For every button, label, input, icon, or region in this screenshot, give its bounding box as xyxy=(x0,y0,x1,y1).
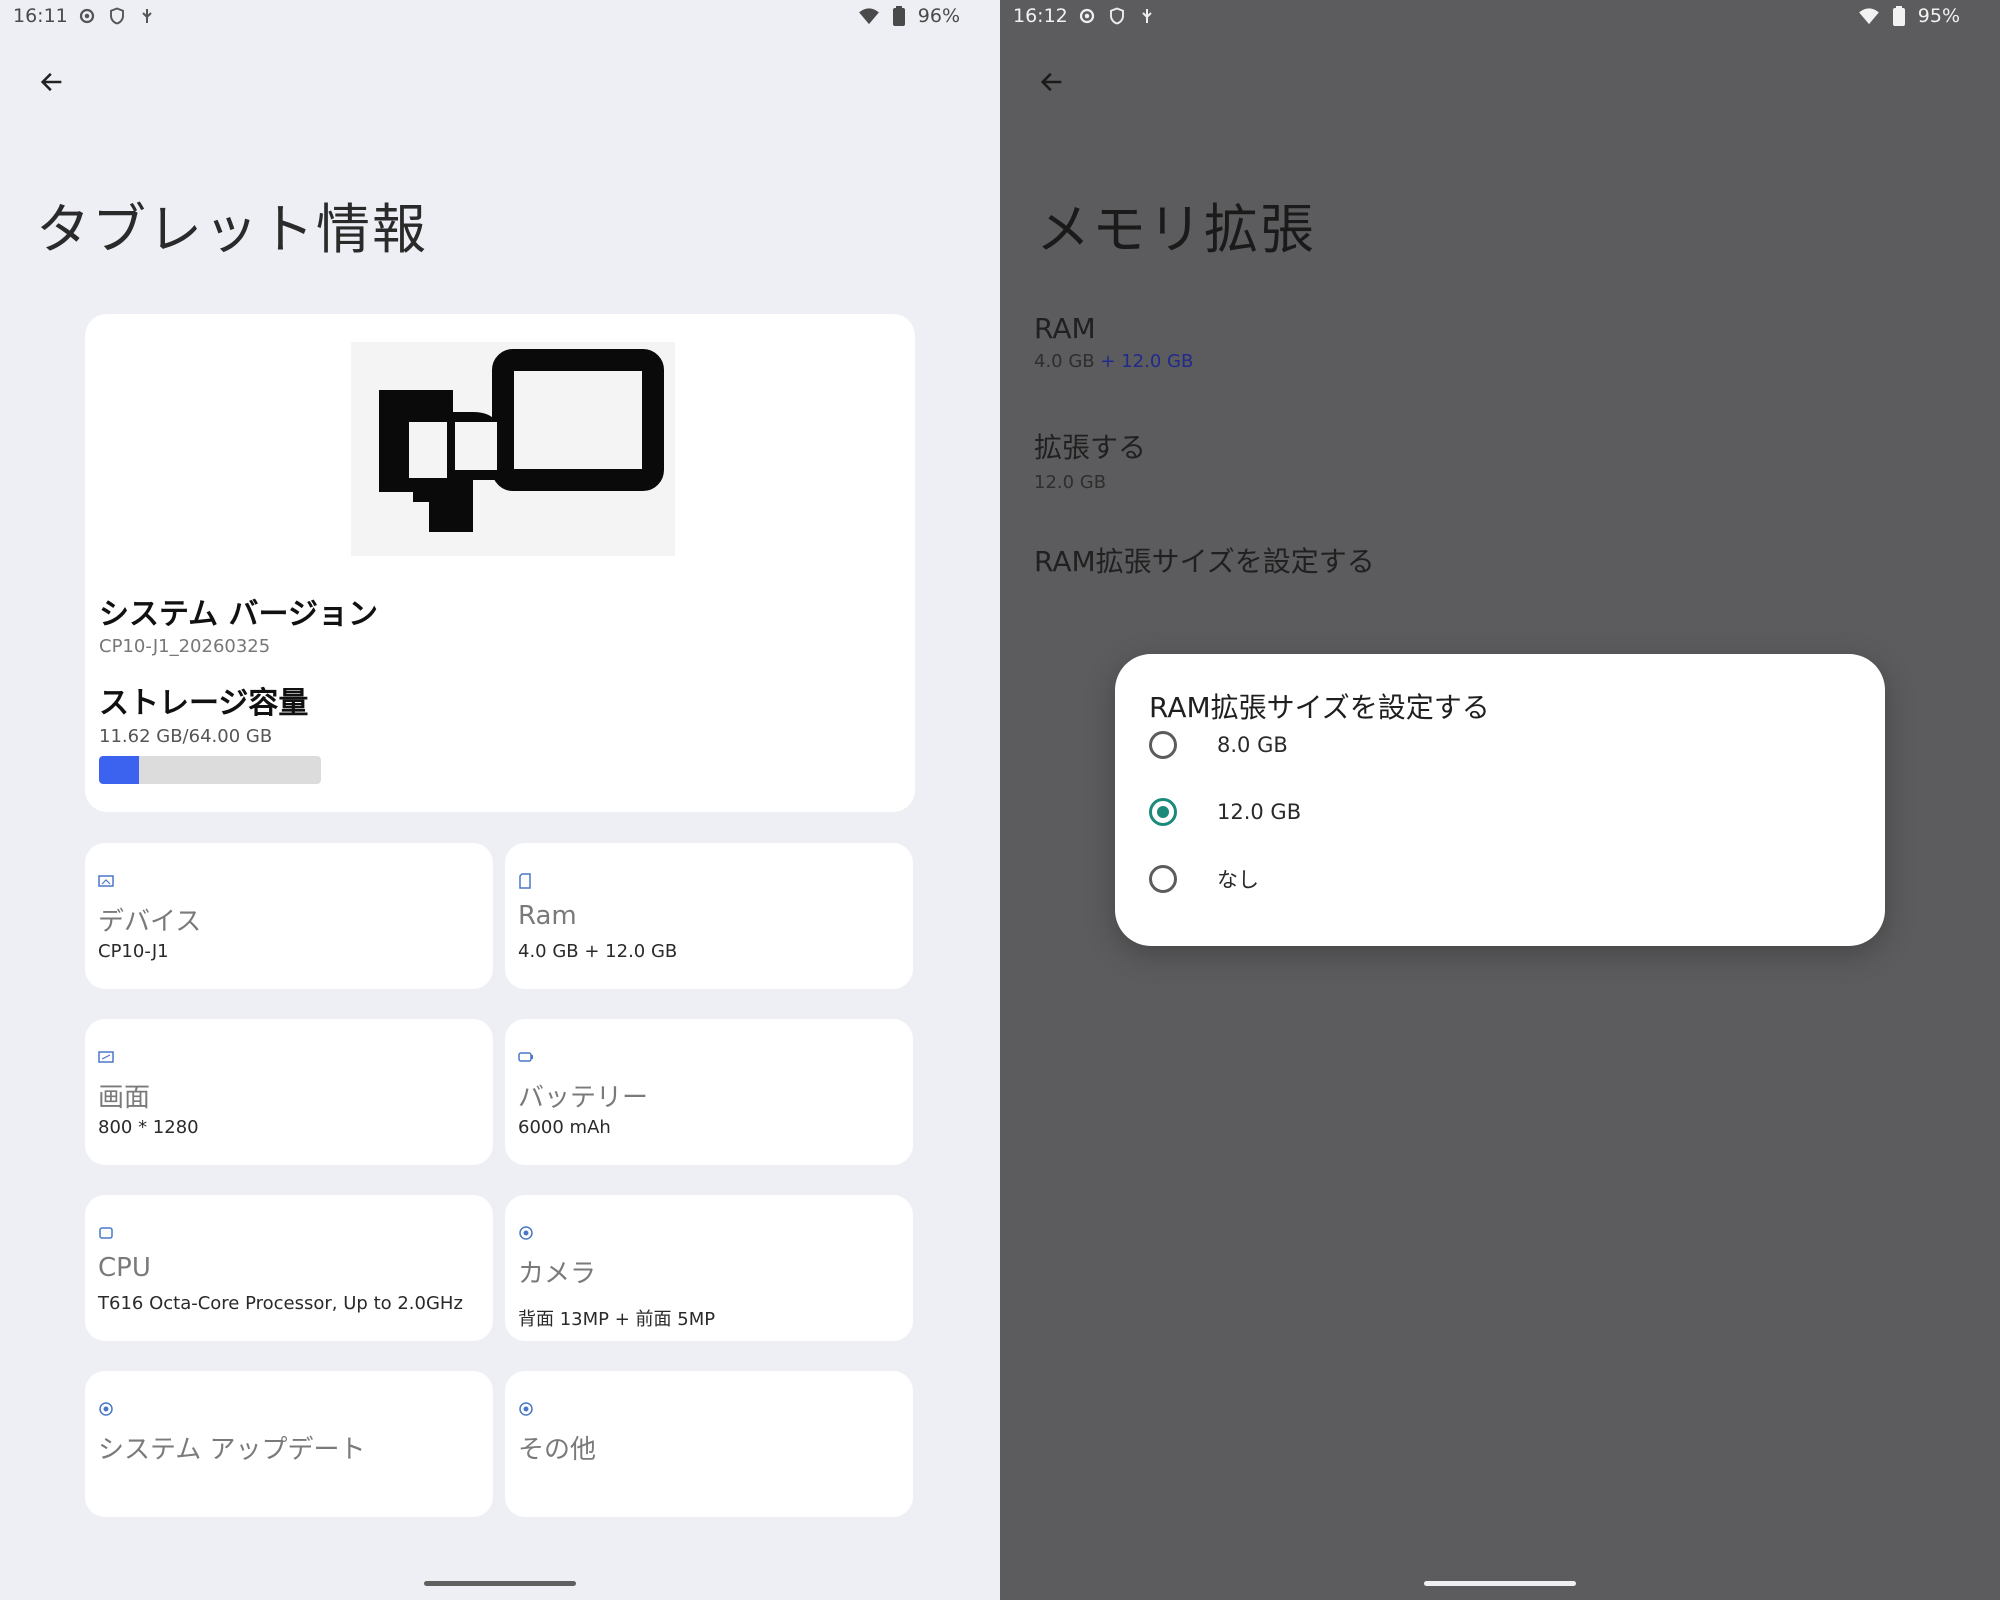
expand-value: 12.0 GB xyxy=(1034,472,1107,493)
cpu-icon xyxy=(98,1225,114,1241)
tile-ram[interactable]: Ram 4.0 GB + 12.0 GB xyxy=(505,843,913,989)
battery-percent: 96% xyxy=(917,5,960,27)
tablet-info-screen: 16:11 96% タブレット情報 システム バージョン CP10-J1_202… xyxy=(0,0,1000,1600)
tile-camera[interactable]: カメラ 背面 13MP + 前面 5MP xyxy=(505,1195,913,1341)
tile-title: 画面 xyxy=(98,1083,151,1113)
radio-button[interactable] xyxy=(1149,731,1177,759)
tile-title: カメラ xyxy=(518,1259,597,1289)
option-12gb[interactable]: 12.0 GB xyxy=(1149,787,1849,837)
settings-gear-icon xyxy=(1076,5,1098,27)
ram-value: 4.0 GB + 12.0 GB xyxy=(1034,351,1193,372)
summary-card: システム バージョン CP10-J1_20260325 ストレージ容量 11.6… xyxy=(85,314,915,812)
expand-setting[interactable]: 拡張する 12.0 GB xyxy=(1034,426,1146,493)
tile-title: CPU xyxy=(98,1253,151,1283)
update-icon xyxy=(98,1401,114,1417)
tile-device[interactable]: デバイス CP10-J1 xyxy=(85,843,493,989)
set-ram-size-setting[interactable]: RAM拡張サイズを設定する xyxy=(1034,540,1375,580)
back-arrow-icon xyxy=(40,72,62,92)
storage-value: 11.62 GB/64.00 GB xyxy=(99,726,273,747)
tile-title: システム アップデート xyxy=(98,1435,366,1465)
status-bar: 16:11 96% xyxy=(0,0,1000,34)
set-ram-size-label: RAM拡張サイズを設定する xyxy=(1034,545,1375,578)
page-title: メモリ拡張 xyxy=(1036,198,1316,261)
option-label: なし xyxy=(1217,868,1259,892)
battery-status-icon xyxy=(888,5,910,27)
tablet-illustration xyxy=(351,342,675,556)
ram-size-dialog: RAM拡張サイズを設定する 8.0 GB 12.0 GB なし xyxy=(1115,654,1885,946)
tile-value: CP10-J1 xyxy=(98,941,169,962)
battery-icon xyxy=(518,1049,534,1065)
system-version-label: システム バージョン xyxy=(99,597,378,632)
radio-button[interactable] xyxy=(1149,865,1177,893)
tile-other[interactable]: その他 xyxy=(505,1371,913,1517)
gesture-nav-handle[interactable] xyxy=(1424,1581,1576,1586)
status-time: 16:11 xyxy=(13,5,68,27)
storage-progress-fill xyxy=(99,756,139,784)
tile-value: 背面 13MP + 前面 5MP xyxy=(518,1309,716,1330)
storage-label: ストレージ容量 xyxy=(99,686,309,721)
gesture-nav-handle[interactable] xyxy=(424,1581,576,1586)
page-title: タブレット情報 xyxy=(36,198,428,261)
status-bar: 16:12 95% xyxy=(1000,0,2000,34)
memory-expansion-screen: 16:12 95% メモリ拡張 RAM 4.0 GB + 12.0 GB 拡張す… xyxy=(1000,0,2000,1600)
tile-value: 800 * 1280 xyxy=(98,1117,199,1138)
tile-title: バッテリー xyxy=(518,1083,649,1113)
camera-icon xyxy=(518,1225,534,1241)
system-version-value: CP10-J1_20260325 xyxy=(99,636,271,657)
battery-status-icon xyxy=(1888,5,1910,27)
tile-value: 6000 mAh xyxy=(518,1117,611,1138)
storage-progress-bar xyxy=(99,756,321,784)
settings-gear-icon xyxy=(76,5,98,27)
back-button[interactable] xyxy=(30,60,74,104)
ram-setting: RAM 4.0 GB + 12.0 GB xyxy=(1034,312,1193,372)
ram-title: RAM xyxy=(1034,312,1096,345)
other-icon xyxy=(518,1401,534,1417)
tile-screen[interactable]: 画面 800 * 1280 xyxy=(85,1019,493,1165)
ram-extra-value: + 12.0 GB xyxy=(1100,351,1194,372)
tile-title: デバイス xyxy=(98,907,202,937)
wifi-icon xyxy=(1858,5,1880,27)
battery-percent: 95% xyxy=(1917,5,1960,27)
option-none[interactable]: なし xyxy=(1149,854,1849,904)
tile-title: その他 xyxy=(518,1435,597,1465)
status-time: 16:12 xyxy=(1013,5,1068,27)
shield-icon xyxy=(106,5,128,27)
device-icon xyxy=(98,873,114,889)
radio-button[interactable] xyxy=(1149,798,1177,826)
option-8gb[interactable]: 8.0 GB xyxy=(1149,720,1849,770)
ram-base-value: 4.0 GB xyxy=(1034,351,1095,372)
back-button[interactable] xyxy=(1030,60,1074,104)
tile-cpu[interactable]: CPU T616 Octa-Core Processor, Up to 2.0G… xyxy=(85,1195,493,1341)
option-label: 8.0 GB xyxy=(1217,733,1288,757)
tile-value: T616 Octa-Core Processor, Up to 2.0GHz xyxy=(98,1293,463,1314)
option-label: 12.0 GB xyxy=(1217,800,1302,824)
wifi-icon xyxy=(858,5,880,27)
usb-icon xyxy=(1136,5,1158,27)
screen-icon xyxy=(98,1049,114,1065)
shield-icon xyxy=(1106,5,1128,27)
tile-title: Ram xyxy=(518,901,577,931)
memory-icon xyxy=(518,873,534,889)
usb-icon xyxy=(136,5,158,27)
tile-battery[interactable]: バッテリー 6000 mAh xyxy=(505,1019,913,1165)
back-arrow-icon xyxy=(1040,72,1062,92)
tile-value: 4.0 GB + 12.0 GB xyxy=(518,941,678,962)
tile-system-update[interactable]: システム アップデート xyxy=(85,1371,493,1517)
expand-title: 拡張する xyxy=(1034,431,1147,464)
